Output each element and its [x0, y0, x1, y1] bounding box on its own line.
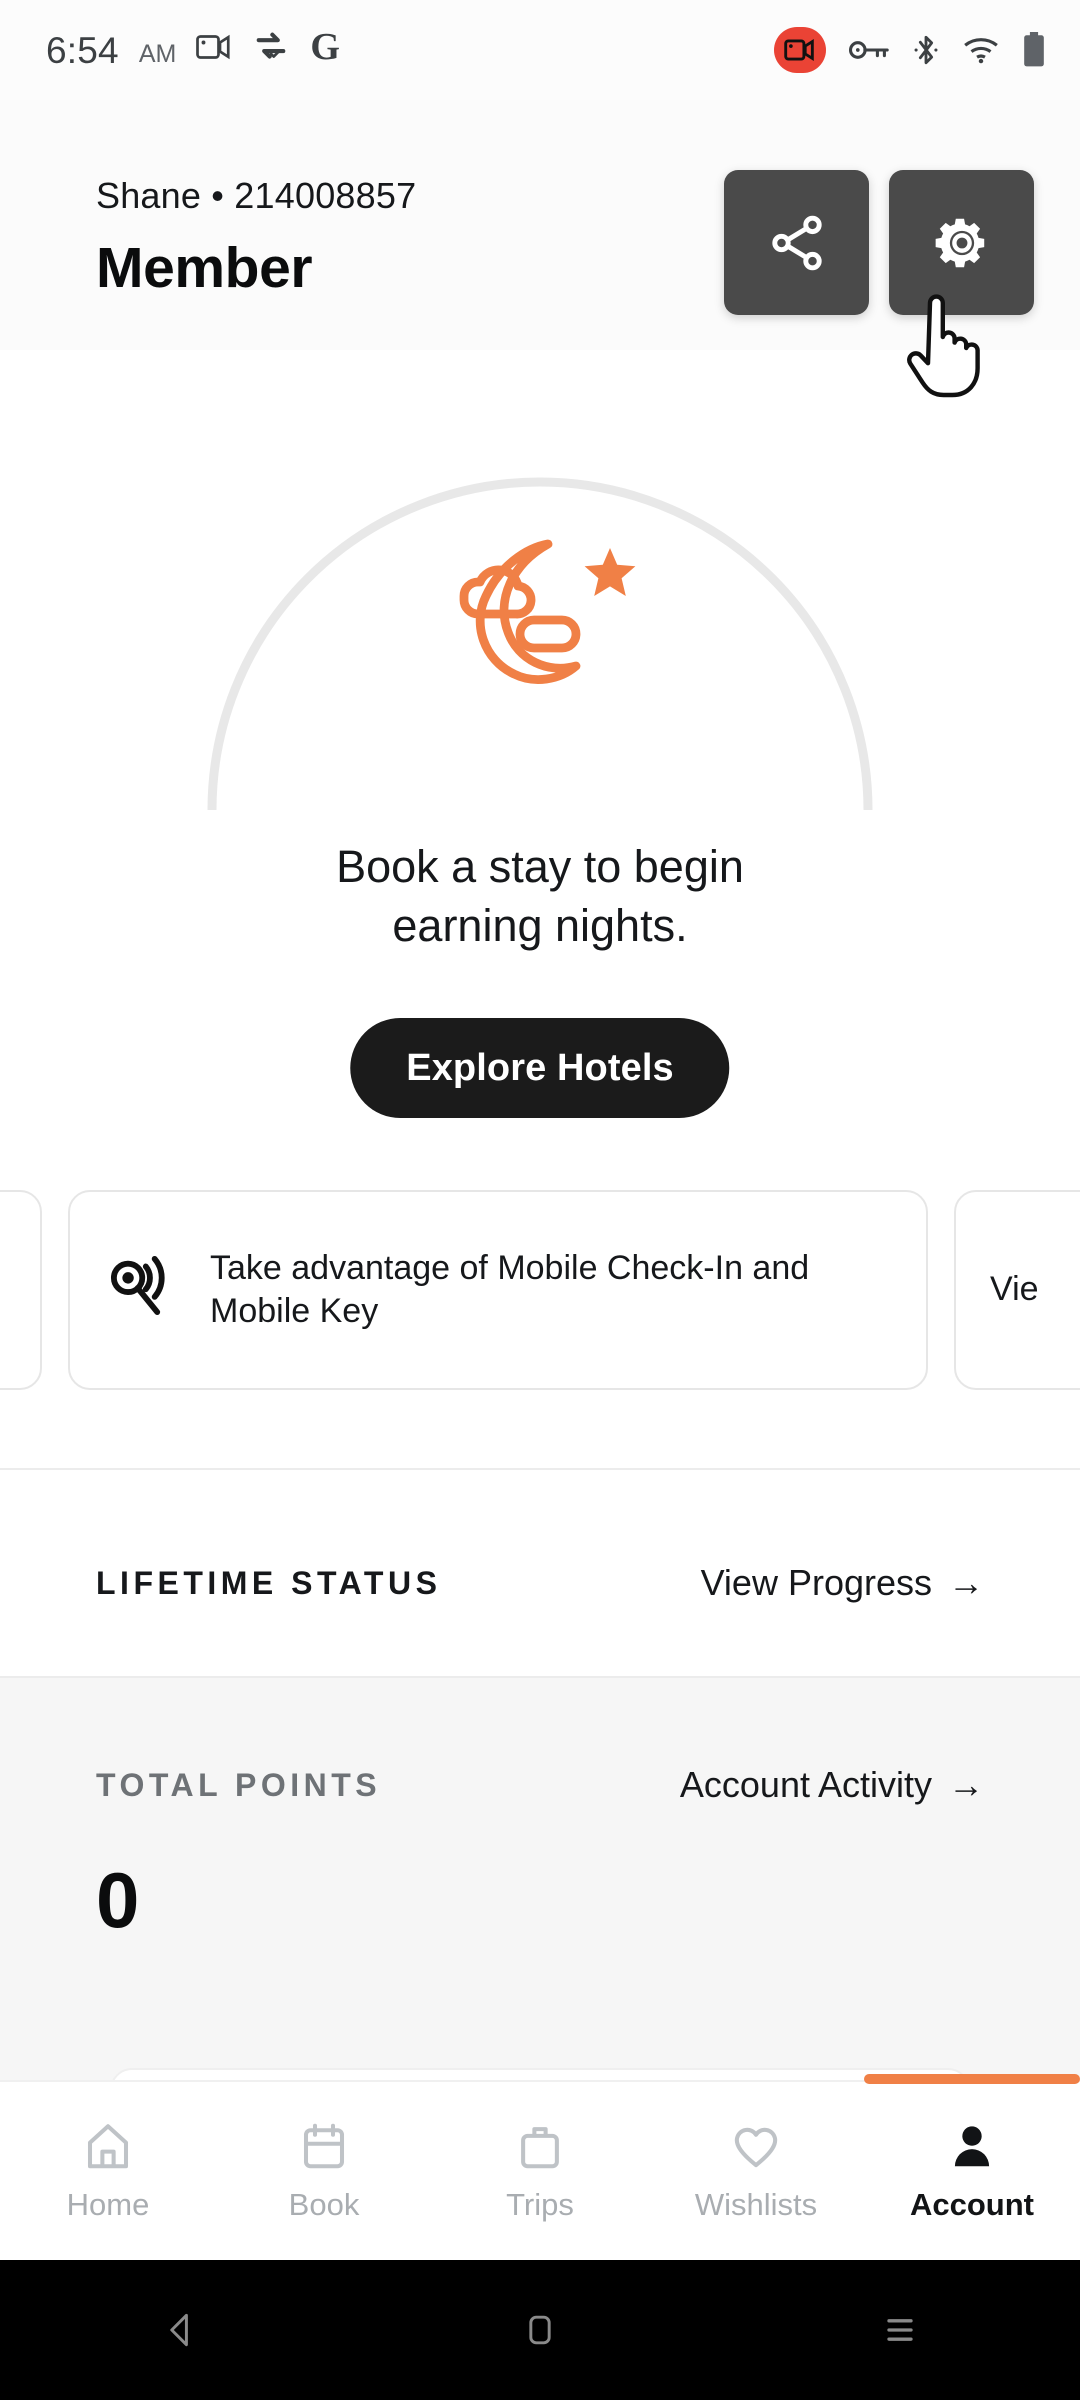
nav-label-book: Book: [288, 2187, 360, 2222]
status-bar: 6:54 AM G: [0, 0, 1080, 100]
lifetime-status-row: LIFETIME STATUS View Progress →: [0, 1538, 1080, 1628]
android-home-button[interactable]: [480, 2308, 600, 2352]
nav-item-home[interactable]: Home: [0, 2082, 216, 2260]
android-system-nav: [0, 2260, 1080, 2400]
battery-icon: [1024, 32, 1044, 67]
arrow-right-icon: →: [948, 1764, 984, 1805]
hero-headline: Book a stay to begin earning nights.: [0, 838, 1080, 955]
nav-item-trips[interactable]: Trips: [432, 2082, 648, 2260]
promo-card-text: Take advantage of Mobile Check-In and Mo…: [210, 1248, 810, 1330]
nav-item-book[interactable]: Book: [216, 2082, 432, 2260]
header-actions: [724, 170, 1034, 315]
app-screen: 6:54 AM G Shane • 214008857 Member Book …: [0, 0, 1080, 2400]
promo-card-previous[interactable]: [0, 1190, 42, 1390]
back-triangle-icon: [170, 2313, 188, 2347]
wifi-icon: [964, 38, 998, 64]
total-points-label: TOTAL POINTS: [96, 1766, 382, 1803]
lifetime-status-label: LIFETIME STATUS: [96, 1564, 442, 1601]
person-icon: [954, 2126, 990, 2167]
nav-label-wishlists: Wishlists: [694, 2187, 818, 2222]
mobile-key-wireless-icon: [104, 1250, 180, 1331]
divider-above-lifetime-status: [0, 1468, 1080, 1470]
view-progress-label: View Progress: [700, 1562, 932, 1603]
screen-recording-active-icon: [774, 27, 826, 73]
arrow-right-icon: →: [948, 1562, 984, 1603]
share-button[interactable]: [724, 170, 869, 315]
total-points-value: 0: [96, 1856, 139, 1944]
home-square-icon: [529, 2315, 551, 2345]
status-bar-right-icons: [774, 27, 1046, 73]
status-bar-left-icons: G: [196, 28, 340, 66]
gear-icon: [935, 218, 984, 267]
view-progress-link[interactable]: View Progress →: [701, 1562, 984, 1604]
nav-item-wishlists[interactable]: Wishlists: [648, 2082, 864, 2260]
account-activity-label: Account Activity: [679, 1764, 932, 1805]
nav-label-account: Account: [910, 2187, 1034, 2222]
total-points-row: TOTAL POINTS Account Activity →: [0, 1740, 1080, 1830]
status-bar-left: 6:54 AM G: [46, 28, 340, 71]
member-identity: Shane • 214008857 Member: [96, 175, 416, 301]
explore-hotels-button[interactable]: Explore Hotels: [350, 1018, 730, 1118]
recents-lines-icon: [887, 2319, 913, 2341]
promo-carousel[interactable]: Take advantage of Mobile Check-In and Mo…: [0, 1190, 1080, 1390]
member-name-and-number: Shane • 214008857: [96, 175, 417, 216]
screen-record-video-icon: [196, 34, 230, 60]
status-bar-clock: 6:54: [46, 30, 119, 71]
hero-headline-line1: Book a stay to begin: [336, 841, 744, 892]
moon-cloud-star-icon: [420, 520, 660, 705]
member-tier: Member: [96, 236, 313, 300]
nav-label-home: Home: [66, 2187, 150, 2222]
home-icon: [87, 2124, 129, 2169]
promo-card-next[interactable]: Vie: [954, 1190, 1080, 1390]
google-g-icon: G: [310, 26, 340, 68]
calendar-icon: [303, 2123, 345, 2169]
active-tab-indicator: [864, 2074, 1080, 2084]
hero-headline-line2: earning nights.: [392, 899, 688, 951]
bottom-navigation: Home Book Trips Wishlists Account: [0, 2074, 1080, 2260]
share-icon: [771, 215, 822, 270]
promo-card-next-text: Vie: [990, 1270, 1039, 1309]
account-header: Shane • 214008857 Member: [0, 100, 1080, 350]
heart-icon: [734, 2127, 778, 2168]
vpn-key-icon: [848, 41, 889, 59]
nav-label-trips: Trips: [506, 2187, 574, 2222]
android-recents-button[interactable]: [840, 2308, 960, 2352]
promo-card-mobile-key[interactable]: Take advantage of Mobile Check-In and Mo…: [68, 1190, 928, 1390]
briefcase-icon: [521, 2127, 559, 2169]
settings-button[interactable]: [889, 170, 1034, 315]
status-bar-ampm: AM: [138, 40, 177, 68]
bluetooth-icon: [914, 35, 938, 65]
nav-item-account[interactable]: Account: [864, 2074, 1080, 2260]
vpn-swap-icon: [257, 32, 286, 59]
account-activity-link[interactable]: Account Activity →: [680, 1764, 984, 1806]
android-back-button[interactable]: [120, 2308, 240, 2352]
nights-progress-hero: Book a stay to begin earning nights. Exp…: [0, 350, 1080, 1180]
